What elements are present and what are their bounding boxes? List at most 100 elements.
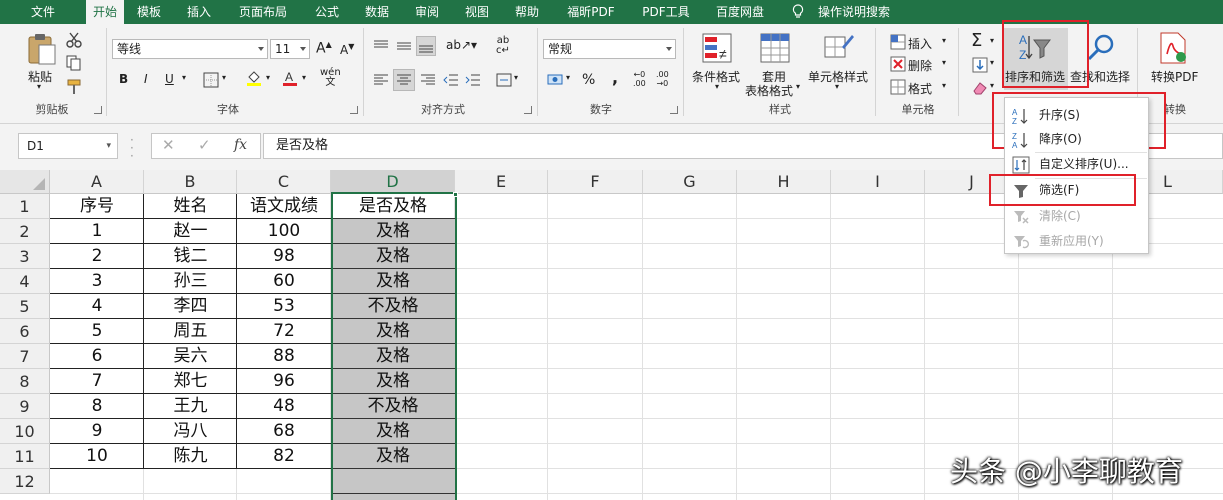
format-painter-icon[interactable] <box>66 79 82 95</box>
increase-font-icon[interactable]: A▲ <box>316 40 332 57</box>
cell-c8[interactable]: 96 <box>237 369 331 394</box>
confirm-entry-icon[interactable]: ✓ <box>198 136 211 154</box>
decrease-decimal-icon[interactable]: .00 →0 <box>656 70 669 88</box>
cell-b11[interactable]: 陈九 <box>144 444 237 469</box>
border-dropdown-icon[interactable]: ▾ <box>222 73 226 82</box>
tab-11[interactable]: PDF工具 <box>630 0 702 24</box>
paste-icon[interactable] <box>26 32 58 66</box>
name-box[interactable]: D1 ▾ <box>18 133 118 159</box>
currency-dropdown-icon[interactable]: ▾ <box>566 73 570 82</box>
format-as-table-label2[interactable]: 表格格式 <box>745 82 793 99</box>
merge-dropdown-icon[interactable]: ▾ <box>514 73 518 82</box>
cell-a4[interactable]: 3 <box>50 269 144 294</box>
cell-styles-dropdown-icon[interactable]: ▾ <box>835 82 839 91</box>
tab-4[interactable]: 页面布局 <box>224 0 302 24</box>
row-header-12[interactable]: 12 <box>0 469 50 494</box>
percent-button[interactable]: % <box>582 72 595 88</box>
column-header-f[interactable]: F <box>548 170 643 194</box>
row-header-4[interactable]: 4 <box>0 269 50 294</box>
cell-b9[interactable]: 王九 <box>144 394 237 419</box>
delete-dropdown-icon[interactable]: ▾ <box>942 58 946 67</box>
italic-button[interactable]: I <box>144 72 148 86</box>
clear-eraser-icon[interactable] <box>972 80 988 96</box>
cell-d10[interactable]: 及格 <box>331 419 455 444</box>
cell-a7[interactable]: 6 <box>50 344 144 369</box>
cell-c7[interactable]: 88 <box>237 344 331 369</box>
clear-dropdown-icon[interactable]: ▾ <box>990 81 994 90</box>
cell-a3[interactable]: 2 <box>50 244 144 269</box>
autosum-icon[interactable]: Σ <box>971 30 982 51</box>
row-header-1[interactable]: 1 <box>0 194 50 219</box>
column-header-c[interactable]: C <box>237 170 331 194</box>
cell-d6[interactable]: 及格 <box>331 319 455 344</box>
row-header-2[interactable]: 2 <box>0 219 50 244</box>
orientation-icon[interactable]: ab↗▾ <box>446 38 477 52</box>
cell-b5[interactable]: 李四 <box>144 294 237 319</box>
convert-pdf-button[interactable]: 转换PDF <box>1151 68 1198 85</box>
cell-c5[interactable]: 53 <box>237 294 331 319</box>
tab-5[interactable]: 公式 <box>302 0 352 24</box>
cell-a10[interactable]: 9 <box>50 419 144 444</box>
reapply-item[interactable]: 重新应用(Y) <box>1005 229 1148 254</box>
cell-a8[interactable]: 7 <box>50 369 144 394</box>
cut-icon[interactable] <box>66 32 82 48</box>
header-cell-b[interactable]: 姓名 <box>144 194 237 219</box>
number-launcher-icon[interactable] <box>670 106 678 114</box>
tab-9[interactable]: 帮助 <box>502 0 552 24</box>
align-bottom-button[interactable] <box>416 36 436 56</box>
row-header-6[interactable]: 6 <box>0 319 50 344</box>
align-right-icon[interactable] <box>420 72 436 88</box>
cell-a5[interactable]: 4 <box>50 294 144 319</box>
decrease-font-icon[interactable]: A▼ <box>340 42 354 57</box>
copy-icon[interactable] <box>66 55 82 71</box>
cell-b2[interactable]: 赵一 <box>144 219 237 244</box>
cell-d9[interactable]: 不及格 <box>331 394 455 419</box>
align-center-button[interactable] <box>393 69 415 91</box>
cell-d8[interactable]: 及格 <box>331 369 455 394</box>
autosum-dropdown-icon[interactable]: ▾ <box>990 36 994 45</box>
underline-button[interactable]: U <box>165 72 174 86</box>
conditional-format-icon[interactable]: ≠ <box>702 33 732 63</box>
cell-d3[interactable]: 及格 <box>331 244 455 269</box>
cell-b10[interactable]: 冯八 <box>144 419 237 444</box>
select-all-button[interactable] <box>0 170 50 194</box>
tab-1[interactable]: 开始 <box>86 0 124 24</box>
cell-c6[interactable]: 72 <box>237 319 331 344</box>
column-header-b[interactable]: B <box>144 170 237 194</box>
font-color-dropdown-icon[interactable]: ▾ <box>302 73 306 82</box>
decrease-indent-icon[interactable] <box>443 72 459 88</box>
font-launcher-icon[interactable] <box>350 106 358 114</box>
cell-a9[interactable]: 8 <box>50 394 144 419</box>
wrap-text-icon[interactable]: ab c↵ <box>496 36 510 56</box>
insert-dropdown-icon[interactable]: ▾ <box>942 36 946 45</box>
tell-me-area[interactable]: 操作说明搜索 <box>790 0 930 24</box>
cell-d5[interactable]: 不及格 <box>331 294 455 319</box>
fill-icon[interactable] <box>972 57 988 73</box>
font-color-icon[interactable]: A <box>282 70 298 86</box>
cell-c9[interactable]: 48 <box>237 394 331 419</box>
bold-button[interactable]: B <box>119 72 128 86</box>
row-header-8[interactable]: 8 <box>0 369 50 394</box>
row-header-10[interactable]: 10 <box>0 419 50 444</box>
cell-c3[interactable]: 98 <box>237 244 331 269</box>
insert-cells-button[interactable]: 插入 <box>908 35 932 52</box>
clear-filter-item[interactable]: 清除(C) <box>1005 204 1148 229</box>
tab-7[interactable]: 审阅 <box>402 0 452 24</box>
cell-c10[interactable]: 68 <box>237 419 331 444</box>
currency-icon[interactable] <box>547 72 563 88</box>
column-header-g[interactable]: G <box>643 170 737 194</box>
cell-b6[interactable]: 周五 <box>144 319 237 344</box>
tab-2[interactable]: 模板 <box>124 0 174 24</box>
cell-b3[interactable]: 钱二 <box>144 244 237 269</box>
align-left-icon[interactable] <box>373 72 389 88</box>
tab-3[interactable]: 插入 <box>174 0 224 24</box>
format-table-dropdown-icon[interactable]: ▾ <box>796 82 800 91</box>
cell-b8[interactable]: 郑七 <box>144 369 237 394</box>
column-header-i[interactable]: I <box>831 170 925 194</box>
font-size-combo[interactable]: 11 <box>270 39 310 59</box>
column-header-a[interactable]: A <box>50 170 144 194</box>
fill-handle[interactable] <box>453 192 458 197</box>
delete-cells-icon[interactable] <box>890 56 906 72</box>
sort-descending-item[interactable]: Z A 降序(O) <box>1005 127 1148 152</box>
increase-decimal-icon[interactable]: ←0.00 <box>633 70 646 88</box>
